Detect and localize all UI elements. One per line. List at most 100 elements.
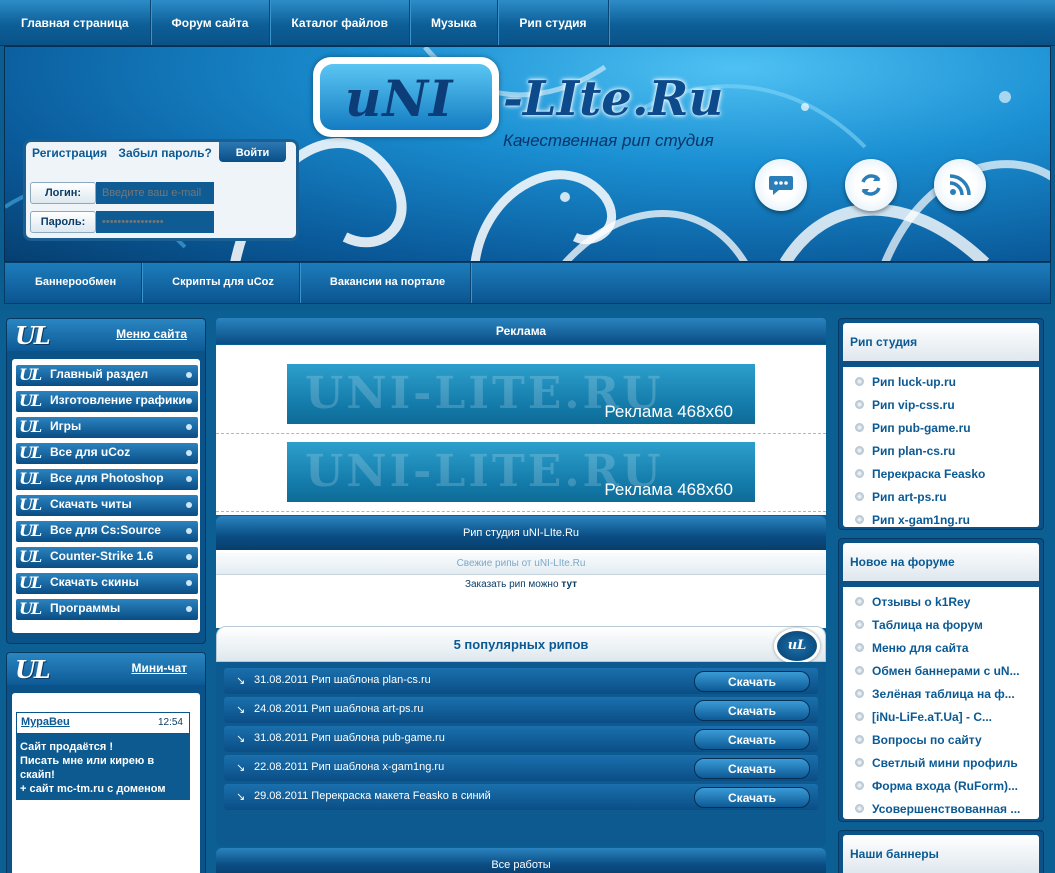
- list-item[interactable]: Перекраска Feasko: [843, 463, 1039, 486]
- menu-item[interactable]: UL Скачать читы: [16, 495, 198, 516]
- rip-studio-body: Свежие рипы от uNI-LIte.Ru Заказать рип …: [216, 550, 826, 628]
- list-item-label: Рип x-gam1ng.ru: [872, 513, 970, 527]
- nav-ucoz-scripts[interactable]: Скрипты для uCoz: [142, 263, 300, 303]
- menu-item-label: Программы: [50, 601, 121, 615]
- list-item[interactable]: Форма входа (RuForm)...: [843, 775, 1039, 798]
- nav-banner-exchange[interactable]: Баннерообмен: [5, 263, 143, 303]
- rss-icon[interactable]: [934, 159, 986, 211]
- popular-row: ↘ 22.08.2011 Рип шаблона x-gam1ng.ru Ска…: [224, 755, 818, 781]
- site-menu-title[interactable]: Меню сайта: [116, 327, 187, 341]
- right-rip-studio-block: Рип студия Рип luck-up.ru Рип vip-css.ru…: [838, 318, 1044, 530]
- register-link[interactable]: Регистрация: [32, 146, 107, 160]
- download-button[interactable]: Скачать: [694, 787, 810, 808]
- nav-home[interactable]: Главная страница: [0, 0, 151, 45]
- download-button[interactable]: Скачать: [694, 758, 810, 779]
- menu-item-label: Все для uCoz: [50, 445, 131, 459]
- bullet-icon: [855, 469, 864, 478]
- menu-item-ul-icon: UL: [19, 547, 42, 566]
- nav-music[interactable]: Музыка: [410, 0, 499, 45]
- list-item[interactable]: Рип art-ps.ru: [843, 486, 1039, 509]
- download-button[interactable]: Скачать: [694, 671, 810, 692]
- list-item-label: Рип pub-game.ru: [872, 421, 971, 435]
- popular-row-title[interactable]: 22.08.2011 Рип шаблона x-gam1ng.ru: [254, 761, 444, 773]
- menu-item-ul-icon: UL: [19, 469, 42, 488]
- nav-forum[interactable]: Форум сайта: [151, 0, 271, 45]
- list-item[interactable]: Рип plan-cs.ru: [843, 440, 1039, 463]
- popular-row: ↘ 24.08.2011 Рип шаблона art-ps.ru Скача…: [224, 697, 818, 723]
- site-menu-block: UL Меню сайта UL Главный раздел UL Изготов…: [6, 318, 206, 644]
- banner-text: Реклама 468x60: [604, 480, 733, 499]
- menu-item-ul-icon: UL: [19, 417, 42, 436]
- mini-chat-title[interactable]: Мини-чат: [131, 661, 187, 675]
- list-item[interactable]: Зелёная таблица на ф...: [843, 683, 1039, 706]
- list-item[interactable]: [iNu-LiFe.aT.Ua] - С...: [843, 706, 1039, 729]
- menu-item[interactable]: UL Программы: [16, 599, 198, 620]
- list-item[interactable]: Рип vip-css.ru: [843, 394, 1039, 417]
- bullet-icon: [186, 476, 192, 482]
- sub-nav: Баннерообмен Скрипты для uCoz Вакансии н…: [4, 262, 1051, 304]
- bullet-icon: [855, 377, 864, 386]
- logo-text-lite[interactable]: -LIte.Ru: [503, 71, 723, 127]
- rip-studio-header: Рип студия uNI-LIte.Ru: [216, 516, 826, 550]
- fresh-rips-text: Свежие рипы от uNI-LIte.Ru: [216, 553, 826, 575]
- menu-item-ul-icon: UL: [19, 599, 42, 618]
- list-item-label: Рип vip-css.ru: [872, 398, 955, 412]
- menu-item-label: Изготовление графики: [50, 393, 186, 407]
- ad-banner[interactable]: UNI-LITE.RU Реклама 468x60: [287, 442, 755, 502]
- logo-text-uni[interactable]: uNI: [345, 69, 453, 128]
- popular-row: ↘ 31.08.2011 Рип шаблона plan-cs.ru Скач…: [224, 668, 818, 694]
- bullet-icon: [855, 492, 864, 501]
- popular-row-title[interactable]: 31.08.2011 Рип шаблона pub-game.ru: [254, 732, 445, 744]
- popular-row-title[interactable]: 24.08.2011 Рип шаблона art-ps.ru: [254, 703, 423, 715]
- divider: [216, 511, 826, 512]
- popular-row-title[interactable]: 29.08.2011 Перекраска макета Feasko в си…: [254, 790, 491, 802]
- menu-item-ul-icon: UL: [19, 365, 42, 384]
- nav-files[interactable]: Каталог файлов: [270, 0, 410, 45]
- banner-text: Реклама 468x60: [604, 402, 733, 421]
- bullet-icon: [855, 423, 864, 432]
- right-forum-title: Новое на форуме: [843, 543, 1039, 581]
- list-item[interactable]: Светлый мини профиль: [843, 752, 1039, 775]
- nav-vacancies[interactable]: Вакансии на портале: [300, 263, 472, 303]
- menu-item[interactable]: UL Игры: [16, 417, 198, 438]
- list-item[interactable]: Усовершенствованная ...: [843, 798, 1039, 821]
- order-rip-link[interactable]: тут: [561, 579, 577, 590]
- mini-chat-block: UL Мини-чат МураВеu 12:54 Сайт продаётся…: [6, 652, 206, 873]
- menu-item[interactable]: UL Все для Photoshop: [16, 469, 198, 490]
- list-item[interactable]: Отзывы о k1Rey: [843, 591, 1039, 614]
- bullet-icon: [186, 528, 192, 534]
- list-item[interactable]: Рип x-gam1ng.ru: [843, 509, 1039, 532]
- refresh-icon[interactable]: [845, 159, 897, 211]
- password-input[interactable]: [96, 211, 214, 233]
- popular-row-title[interactable]: 31.08.2011 Рип шаблона plan-cs.ru: [254, 674, 431, 686]
- menu-item[interactable]: UL Все для uCoz: [16, 443, 198, 464]
- menu-item[interactable]: UL Скачать скины: [16, 573, 198, 594]
- menu-item[interactable]: UL Изготовление графики: [16, 391, 198, 412]
- login-button[interactable]: Войти: [219, 142, 286, 162]
- menu-item[interactable]: UL Главный раздел: [16, 365, 198, 386]
- list-item[interactable]: Рип pub-game.ru: [843, 417, 1039, 440]
- ul-logo: UL: [15, 655, 51, 684]
- chat-username[interactable]: МураВеu: [21, 716, 70, 728]
- list-item[interactable]: Обмен баннерами с uN...: [843, 660, 1039, 683]
- divider: [216, 433, 826, 434]
- list-item[interactable]: Таблица на форум: [843, 614, 1039, 637]
- menu-item[interactable]: UL Counter-Strike 1.6: [16, 547, 198, 568]
- forgot-password-link[interactable]: Забыл пароль?: [118, 146, 211, 160]
- bullet-icon: [855, 515, 864, 524]
- bullet-icon: [855, 781, 864, 790]
- ad-banner[interactable]: UNI-LITE.RU Реклама 468x60: [287, 364, 755, 424]
- menu-item[interactable]: UL Все для Cs:Source: [16, 521, 198, 542]
- list-item-label: Светлый мини профиль: [872, 756, 1018, 770]
- bullet-icon: [855, 758, 864, 767]
- chat-icon[interactable]: [755, 159, 807, 211]
- nav-rip-studio[interactable]: Рип студия: [498, 0, 609, 45]
- all-works-header[interactable]: Все работы: [216, 848, 826, 873]
- list-item[interactable]: Вопросы по сайту: [843, 729, 1039, 752]
- list-item[interactable]: Рип luck-up.ru: [843, 371, 1039, 394]
- login-input[interactable]: [96, 182, 214, 204]
- list-item[interactable]: Меню для сайта: [843, 637, 1039, 660]
- download-button[interactable]: Скачать: [694, 700, 810, 721]
- download-button[interactable]: Скачать: [694, 729, 810, 750]
- list-item-label: Рип luck-up.ru: [872, 375, 956, 389]
